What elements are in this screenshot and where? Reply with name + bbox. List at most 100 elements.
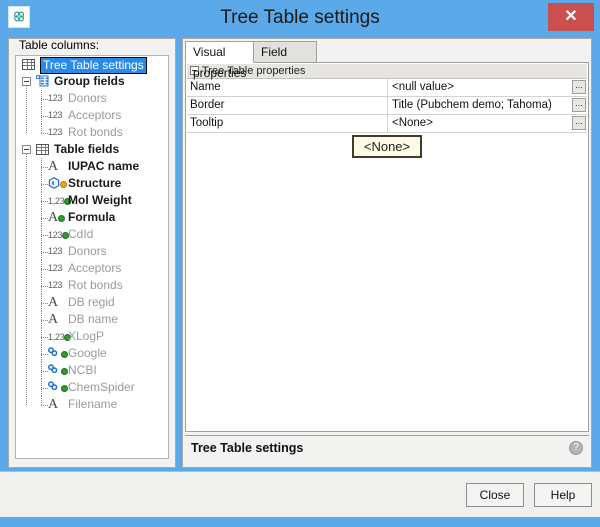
tree-item-label: Tree Table settings (40, 57, 147, 74)
title-bar: Tree Table settings ✕ (0, 0, 600, 36)
tab-content-visual-properties: Tree Table properties Name<null value>..… (185, 62, 589, 432)
tree-item-icon (48, 362, 68, 379)
tree-item-label: Google (68, 345, 107, 362)
tree-item-table-fields[interactable]: Table fields (16, 141, 168, 158)
tree-item-icon: A (48, 294, 58, 311)
tab-visual-properties[interactable]: Visual properties (185, 41, 254, 63)
close-window-button[interactable]: ✕ (548, 3, 594, 31)
tree-item-tree-table-settings[interactable]: Tree Table settings (16, 56, 168, 73)
tree-item-rot-bonds[interactable]: 123 Rot bonds (16, 124, 168, 141)
tab-label: Visual properties (193, 45, 246, 80)
tree-item-icon (48, 175, 67, 192)
123-icon: 123 (48, 124, 62, 141)
table-grid-icon (36, 144, 49, 155)
tree-branch-h (41, 320, 48, 321)
tree-item-donors[interactable]: 123Donors (16, 90, 168, 107)
tree-item-label: Mol Weight (68, 192, 132, 209)
tree-item-acceptors[interactable]: 123 Acceptors (16, 107, 168, 124)
tree-branch-h (41, 116, 48, 117)
tree-item-chemspider[interactable]: ChemSpider (16, 379, 168, 396)
tree-item-ncbi[interactable]: NCBI (16, 362, 168, 379)
tree-item-icon: 123 (48, 260, 62, 277)
tree-item-formula[interactable]: AFormula (16, 209, 168, 226)
tree-item-mol-weight[interactable]: 1,23Mol Weight (16, 192, 168, 209)
border-preview-box: <None> (352, 135, 422, 158)
tree-branch-h (41, 286, 48, 287)
tree-item-icon: 123 (48, 226, 69, 243)
tree-branch-h (41, 269, 48, 270)
help-circle-icon[interactable]: ? (569, 441, 583, 455)
property-value[interactable]: <null value> (387, 79, 570, 96)
property-row[interactable]: Name<null value>... (187, 79, 587, 97)
tree-item-db-name[interactable]: A DB name (16, 311, 168, 328)
tree-branch-h (41, 388, 48, 389)
tree-item-label: Rot bonds (68, 124, 123, 141)
tree-branch-h (41, 337, 48, 338)
tree-item-google[interactable]: Google (16, 345, 168, 362)
tree-item-label: IUPAC name (68, 158, 139, 175)
status-text: Tree Table settings (191, 441, 303, 455)
border-preview-area: <None> (186, 135, 588, 158)
tree-item-label: ChemSpider (68, 379, 135, 396)
tree-branch-h (41, 252, 48, 253)
tree-branch-h (41, 99, 48, 100)
tree-item-label: Acceptors (68, 260, 121, 277)
tree-item-icon: A (48, 158, 58, 175)
tree-item-group-fields[interactable]: Group fields (16, 73, 168, 90)
close-icon: ✕ (564, 9, 577, 25)
help-button[interactable]: Help (534, 483, 592, 507)
tree-branch-h (41, 371, 48, 372)
property-group-header[interactable]: Tree Table properties (187, 64, 587, 79)
tree-branch-h (41, 303, 48, 304)
tree-item-db-regid[interactable]: A DB regid (16, 294, 168, 311)
property-row[interactable]: Tooltip<None>... (187, 115, 587, 133)
tree-item-xlogp[interactable]: 1,23XLogP (16, 328, 168, 345)
tree-item-label: NCBI (68, 362, 97, 379)
tree-branch-h (41, 167, 48, 168)
tree-item-label: Acceptors (68, 107, 121, 124)
tree-branch-v (41, 124, 42, 133)
property-name: Tooltip (190, 115, 385, 132)
tree-item-icon: A (48, 311, 58, 328)
properties-panel: Visual propertiesField definition Tree T… (182, 38, 592, 468)
tree-item-iupac-name[interactable]: A IUPAC name (16, 158, 168, 175)
dialog-window: Tree Table settings ✕ Table columns: Tre… (0, 0, 600, 527)
property-value[interactable]: Title (Pubchem demo; Tahoma) (387, 97, 570, 114)
tree-item-label: Structure (68, 175, 121, 192)
property-row[interactable]: BorderTitle (Pubchem demo; Tahoma)... (187, 97, 587, 115)
tree-item-label: DB name (68, 311, 118, 328)
tree-branch-h (41, 201, 48, 202)
table-columns-tree[interactable]: Tree Table settingsGroup fields123Donors… (15, 55, 169, 459)
property-ellipsis-button[interactable]: ... (572, 80, 586, 94)
tree-item-label: Donors (68, 243, 107, 260)
property-grid: Tree Table properties Name<null value>..… (187, 64, 587, 133)
window-bottom-strip (0, 517, 600, 527)
tree-item-icon (36, 73, 50, 90)
123-icon: 123 (48, 90, 62, 107)
123-icon: 123 (48, 107, 62, 124)
close-button[interactable]: Close (466, 483, 524, 507)
property-name: Border (190, 97, 385, 114)
tree-item-label: DB regid (68, 294, 115, 311)
property-ellipsis-button[interactable]: ... (572, 98, 586, 112)
tree-item-filename[interactable]: AFilename (16, 396, 168, 413)
tree-item-cdid[interactable]: 123CdId (16, 226, 168, 243)
tree-item-acceptors[interactable]: 123 Acceptors (16, 260, 168, 277)
tree-trunk-table-fields (26, 154, 27, 405)
tree-item-structure[interactable]: Structure (16, 175, 168, 192)
expander-minus-icon[interactable] (22, 145, 31, 154)
property-ellipsis-button[interactable]: ... (572, 116, 586, 130)
link-icon (48, 345, 68, 362)
expander-minus-icon[interactable] (22, 77, 31, 86)
property-value[interactable]: <None> (387, 115, 570, 132)
tab-field-definition[interactable]: Field definition (253, 41, 317, 63)
tree-item-icon: A (48, 209, 65, 226)
tree-item-icon: 123 (48, 107, 62, 124)
tree-item-icon: 123 (48, 90, 62, 107)
text-a-icon: A (48, 158, 58, 175)
tree-item-rot-bonds[interactable]: 123Rot bonds (16, 277, 168, 294)
dialog-client-area: Table columns: Tree Table settingsGroup … (0, 36, 600, 471)
tree-item-donors[interactable]: 123 Donors (16, 243, 168, 260)
tree-item-icon: 123 (48, 243, 62, 260)
tree-item-icon: 123 (48, 277, 62, 294)
